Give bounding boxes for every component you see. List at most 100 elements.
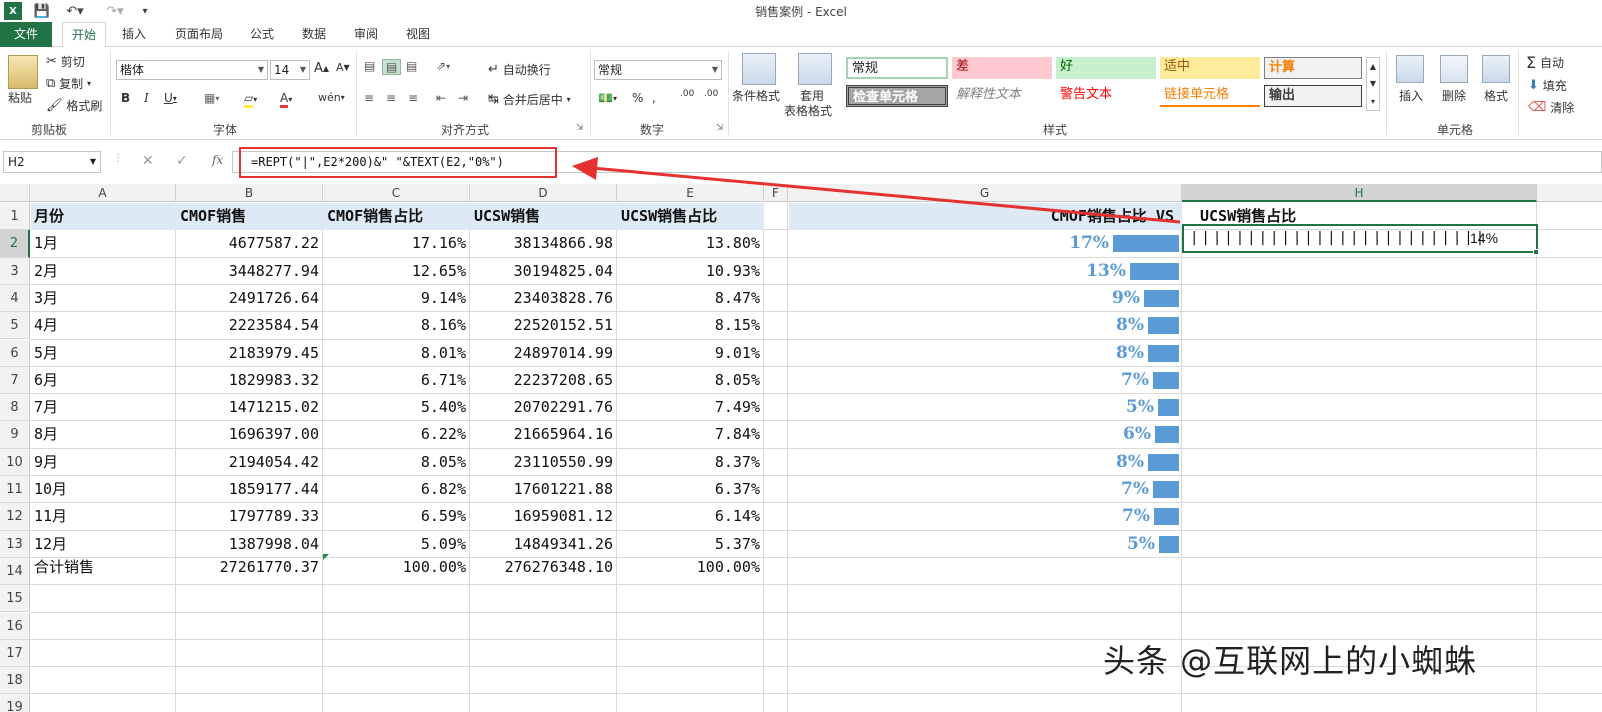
cell-ucsw-pct[interactable]: 8.15% bbox=[617, 312, 764, 339]
align-bottom-icon[interactable]: ▤ bbox=[406, 59, 417, 73]
increase-indent-icon[interactable]: ⇥ bbox=[458, 91, 468, 105]
cell-month[interactable]: 10月 bbox=[30, 476, 176, 503]
column-header-c[interactable]: C bbox=[323, 184, 470, 202]
data-bar-label[interactable]: 5% bbox=[1089, 531, 1155, 558]
cell-cmof[interactable]: 1696397.00 bbox=[176, 421, 323, 448]
total-ucsw[interactable]: 276276348.10 bbox=[470, 554, 617, 581]
column-header-b[interactable]: B bbox=[176, 184, 323, 202]
cell-cmof-pct[interactable]: 8.01% bbox=[323, 340, 470, 367]
cell-cmof-pct[interactable]: 6.59% bbox=[323, 503, 470, 530]
cell-ucsw[interactable]: 20702291.76 bbox=[470, 394, 617, 421]
cell-ucsw-pct[interactable]: 8.37% bbox=[617, 449, 764, 476]
style-check-cell[interactable]: 检查单元格 bbox=[846, 85, 948, 107]
fill-handle[interactable] bbox=[1533, 249, 1539, 255]
total-label[interactable]: 合计销售 bbox=[30, 554, 176, 581]
font-color-icon[interactable]: A ▾ bbox=[280, 91, 292, 108]
row-header[interactable]: 13 bbox=[0, 530, 30, 558]
decrease-font-icon[interactable]: A ▼ bbox=[336, 61, 350, 74]
cell-ucsw[interactable]: 22520152.51 bbox=[470, 312, 617, 339]
select-all-corner[interactable] bbox=[0, 184, 30, 202]
format-cells-button[interactable]: 格式 bbox=[1484, 87, 1508, 104]
cell-month[interactable]: 7月 bbox=[30, 394, 176, 421]
cell-month[interactable]: 9月 bbox=[30, 449, 176, 476]
cell-ucsw-pct[interactable]: 6.14% bbox=[617, 503, 764, 530]
row-header[interactable]: 19 bbox=[0, 694, 30, 712]
font-name-combo[interactable]: 楷体 ▼ bbox=[116, 60, 268, 80]
header-cmof-vs[interactable]: CMOF销售占比 VS bbox=[788, 203, 1178, 230]
row-header[interactable]: 4 bbox=[0, 284, 30, 313]
font-size-combo[interactable]: 14 ▼ bbox=[270, 60, 310, 80]
currency-icon[interactable]: 💵 ▾ bbox=[598, 91, 617, 105]
style-bad[interactable]: 差 bbox=[952, 57, 1052, 79]
percent-icon[interactable]: % bbox=[632, 91, 643, 105]
row-header[interactable]: 1 bbox=[0, 203, 30, 231]
cell-cmof[interactable]: 2223584.54 bbox=[176, 312, 323, 339]
wrap-text-button[interactable]: ↵ 自动换行 bbox=[488, 61, 551, 78]
cell-cmof-pct[interactable]: 9.14% bbox=[323, 285, 470, 312]
data-bar-label[interactable]: 7% bbox=[1084, 503, 1150, 530]
data-bar-label[interactable]: 8% bbox=[1078, 449, 1144, 476]
insert-cells-button[interactable]: 插入 bbox=[1399, 87, 1423, 104]
increase-decimal-icon[interactable]: .00 bbox=[680, 89, 694, 99]
format-cells-icon[interactable] bbox=[1482, 55, 1510, 83]
borders-icon[interactable]: ▦ ▾ bbox=[204, 91, 219, 105]
data-bar-label[interactable]: 8% bbox=[1078, 312, 1144, 339]
phonetic-icon[interactable]: wén ▾ bbox=[318, 91, 345, 104]
cell-month[interactable]: 1月 bbox=[30, 230, 176, 257]
style-linked-cell[interactable]: 链接单元格 bbox=[1160, 85, 1260, 107]
cell-ucsw-pct[interactable]: 8.05% bbox=[617, 367, 764, 394]
column-header-a[interactable]: A bbox=[30, 184, 176, 202]
align-right-icon[interactable]: ≡ bbox=[408, 91, 418, 105]
cell-ucsw-pct[interactable]: 7.84% bbox=[617, 421, 764, 448]
styles-scroll-icon[interactable]: ▲ ▼ ▾ bbox=[1366, 57, 1380, 111]
fill-color-icon[interactable]: ▱ ▾ bbox=[244, 91, 257, 108]
column-header-h[interactable]: H bbox=[1182, 184, 1537, 202]
insert-function-icon[interactable]: fx bbox=[212, 153, 223, 167]
italic-icon[interactable]: I bbox=[144, 91, 149, 105]
dialog-launcher-icon[interactable]: ⇲ bbox=[716, 123, 724, 133]
total-ucsw-share[interactable]: 100.00% bbox=[617, 554, 764, 581]
data-bar-label[interactable]: 5% bbox=[1088, 394, 1154, 421]
conditional-format-icon[interactable] bbox=[742, 53, 776, 85]
merge-center-button[interactable]: ↹ 合并后居中 ▾ bbox=[488, 91, 571, 108]
cell-ucsw[interactable]: 16959081.12 bbox=[470, 503, 617, 530]
column-header-f[interactable]: F bbox=[764, 184, 788, 202]
tab-insert[interactable]: 插入 bbox=[114, 22, 154, 47]
style-explanatory[interactable]: 解释性文本 bbox=[952, 85, 1052, 107]
conditional-format-button[interactable]: 条件格式 bbox=[732, 87, 780, 104]
clear-button[interactable]: ⌫ 清除 bbox=[1528, 99, 1574, 116]
align-middle-icon[interactable]: ▤ bbox=[382, 59, 402, 75]
cell-cmof[interactable]: 1471215.02 bbox=[176, 394, 323, 421]
header-ucsw-sales[interactable]: UCSW销售 bbox=[470, 203, 617, 230]
cell-ucsw-pct[interactable]: 9.01% bbox=[617, 340, 764, 367]
cell-ucsw[interactable]: 23110550.99 bbox=[470, 449, 617, 476]
row-header[interactable]: 2 bbox=[0, 230, 30, 258]
style-neutral[interactable]: 适中 bbox=[1160, 57, 1260, 79]
cell-ucsw-pct[interactable]: 7.49% bbox=[617, 394, 764, 421]
row-header[interactable]: 12 bbox=[0, 503, 30, 531]
column-header-e[interactable]: E bbox=[617, 184, 764, 202]
cell-cmof[interactable]: 3448277.94 bbox=[176, 258, 323, 285]
data-bar-label[interactable]: 7% bbox=[1083, 367, 1149, 394]
data-bar-label[interactable]: 13% bbox=[1060, 258, 1126, 285]
cell-ucsw[interactable]: 24897014.99 bbox=[470, 340, 617, 367]
tab-page-layout[interactable]: 页面布局 bbox=[166, 22, 232, 47]
column-header-g[interactable]: G bbox=[788, 184, 1182, 202]
cell-cmof-pct[interactable]: 6.71% bbox=[323, 367, 470, 394]
cell-cmof[interactable]: 2194054.42 bbox=[176, 449, 323, 476]
tab-home[interactable]: 开始 bbox=[62, 22, 106, 48]
delete-cells-button[interactable]: 删除 bbox=[1442, 87, 1466, 104]
style-calculation[interactable]: 计算 bbox=[1264, 57, 1362, 79]
decrease-decimal-icon[interactable]: .00 bbox=[704, 89, 718, 99]
header-ucsw-share[interactable]: UCSW销售占比 bbox=[617, 203, 764, 230]
data-bar-label[interactable]: 17% bbox=[1043, 230, 1109, 257]
cell-month[interactable]: 2月 bbox=[30, 258, 176, 285]
data-bar-label[interactable]: 7% bbox=[1083, 476, 1149, 503]
paste-icon[interactable] bbox=[8, 55, 38, 89]
tab-formulas[interactable]: 公式 bbox=[242, 22, 282, 47]
dialog-launcher-icon[interactable]: ⇲ bbox=[576, 123, 584, 133]
cell-ucsw-pct[interactable]: 6.37% bbox=[617, 476, 764, 503]
total-cmof-share[interactable]: 100.00% bbox=[323, 554, 470, 581]
cell-cmof[interactable]: 4677587.22 bbox=[176, 230, 323, 257]
bold-icon[interactable]: B bbox=[121, 91, 130, 105]
